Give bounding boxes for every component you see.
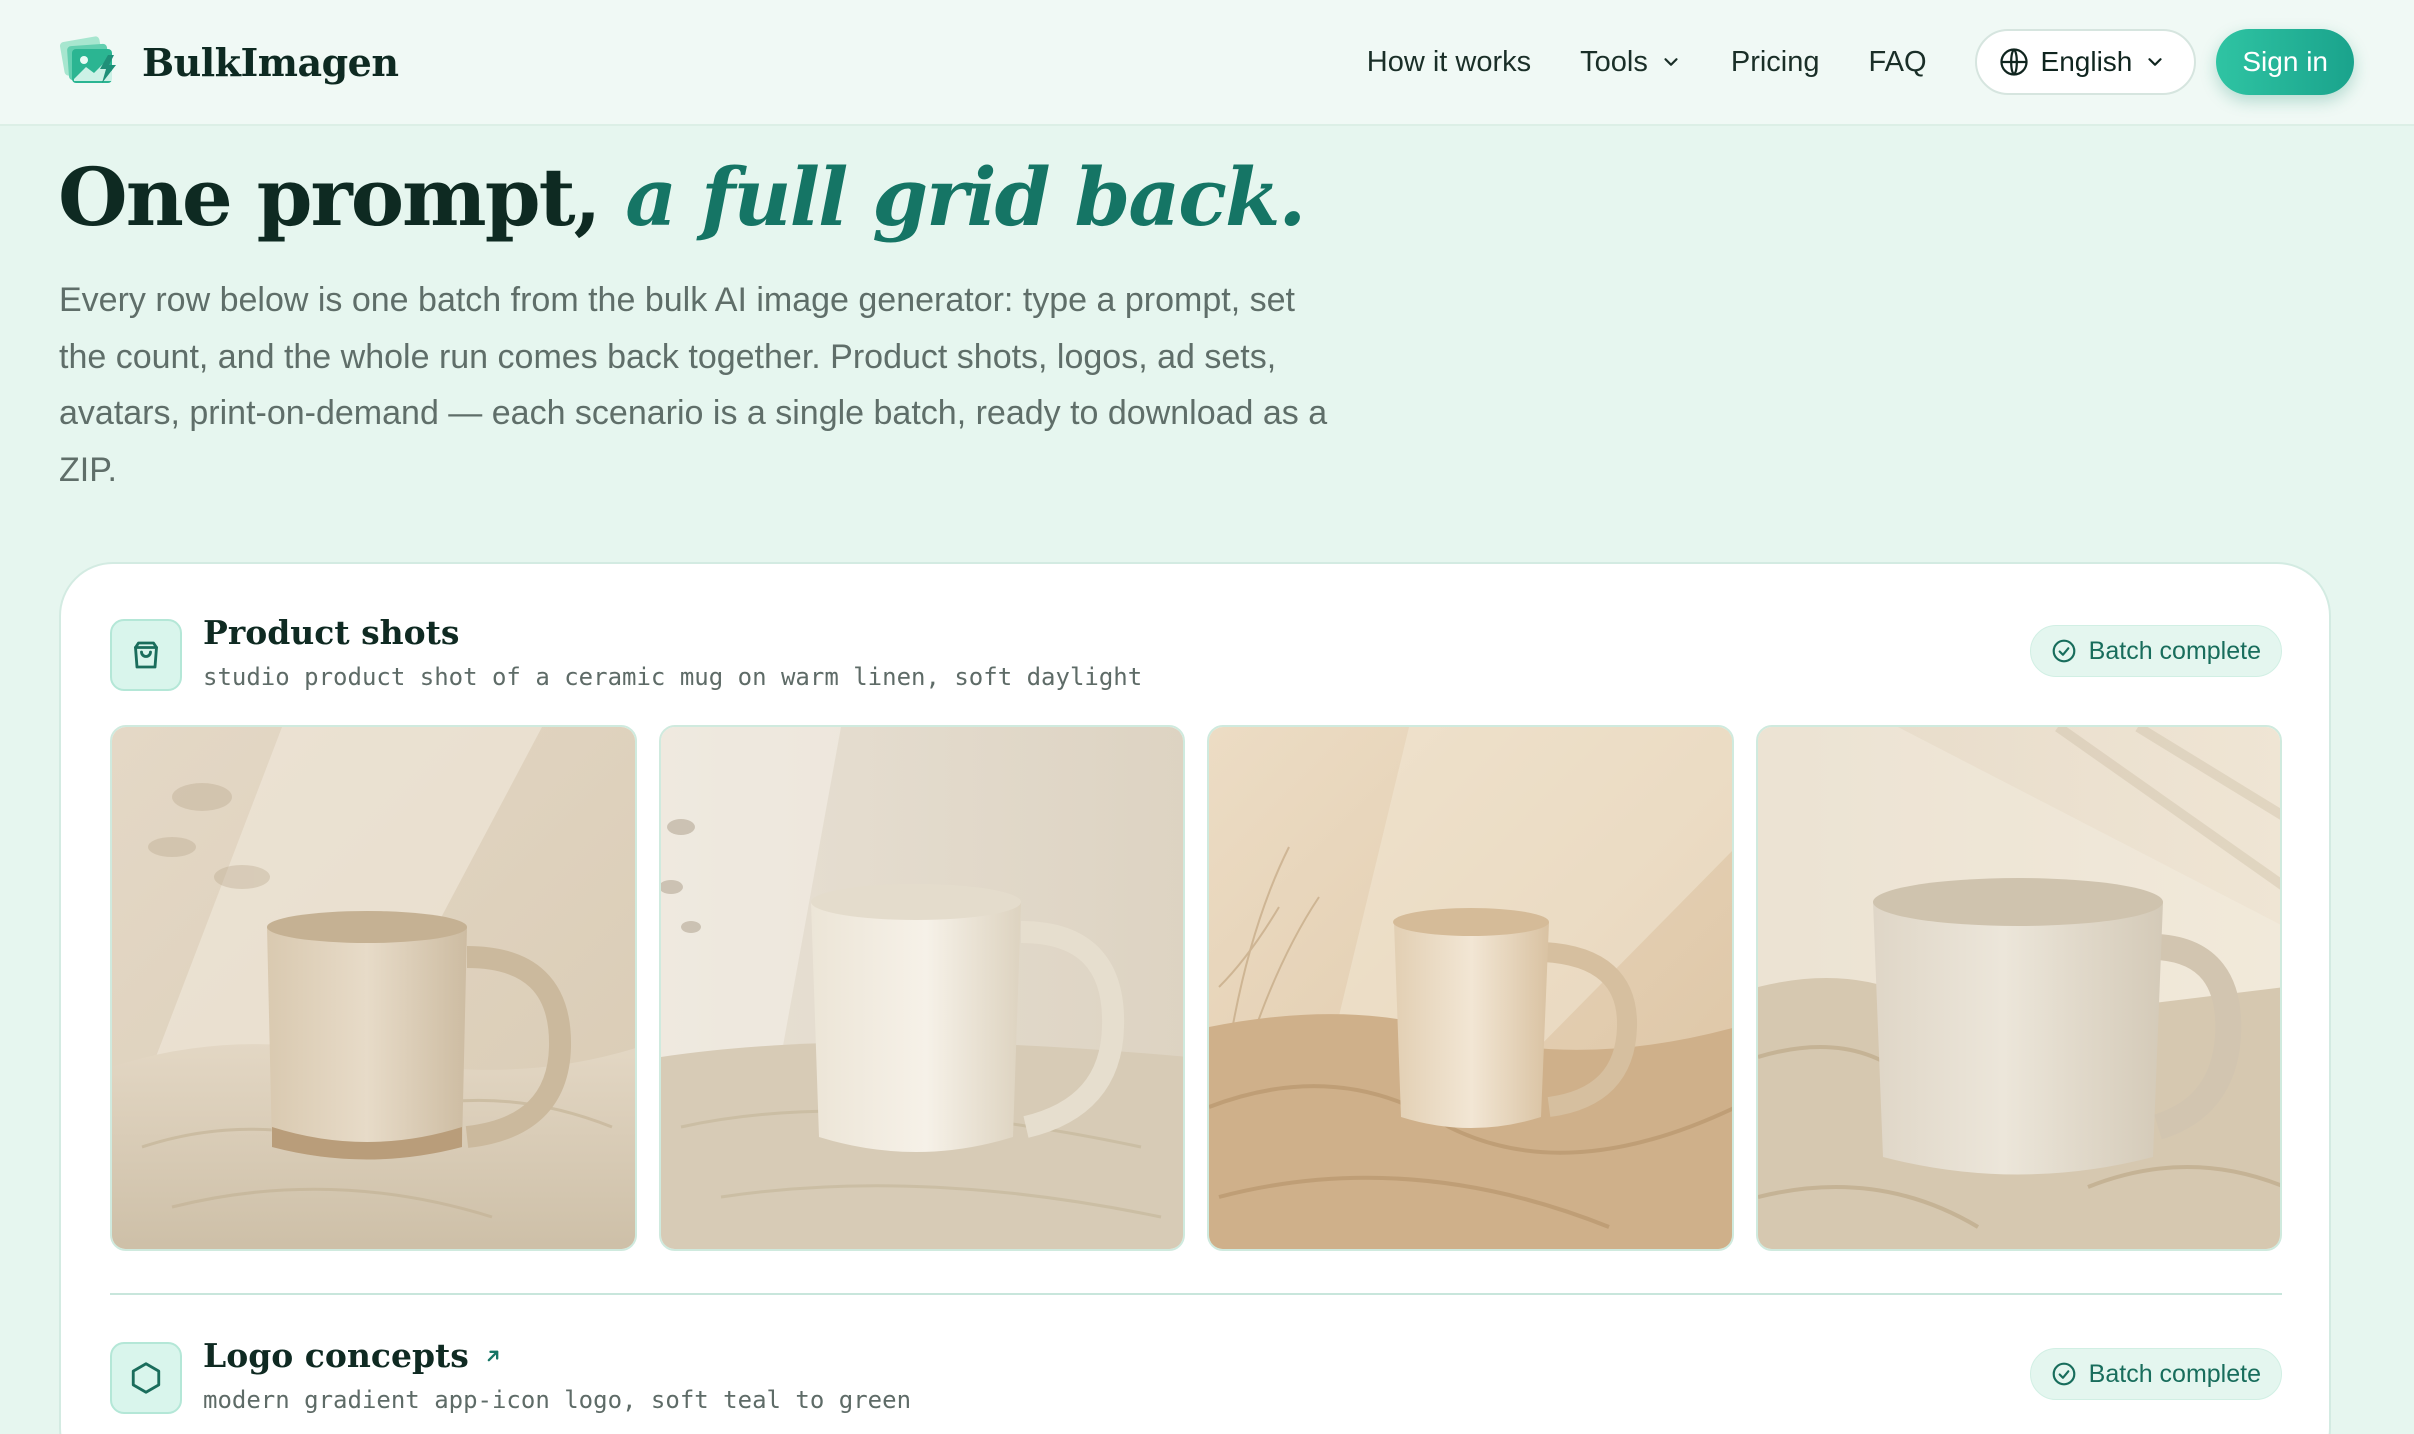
chevron-down-icon (1664, 58, 1678, 66)
row-prompt: modern gradient app-icon logo, soft teal… (203, 1386, 912, 1414)
title-accent: a full grid back. (625, 150, 1306, 244)
row-prompt: studio product shot of a ceramic mug on … (203, 663, 1143, 691)
brand[interactable]: BulkImagen (59, 33, 399, 91)
globe-icon (1999, 48, 2028, 76)
language-label: English (2040, 46, 2133, 77)
title-main: One prompt, (58, 150, 601, 244)
brand-logo-icon (59, 33, 122, 91)
shopping-bag-icon (110, 619, 182, 691)
main-nav: How it works Tools Pricing FAQ English S… (1367, 29, 2354, 95)
hero-description: Every row below is one batch from the bu… (59, 281, 1328, 489)
arrow-up-right-icon (487, 1350, 499, 1361)
nav-pricing[interactable]: Pricing (1731, 46, 1820, 79)
generated-image[interactable] (658, 725, 1185, 1251)
nav-how-it-works[interactable]: How it works (1367, 46, 1531, 79)
brand-name: BulkImagen (142, 39, 399, 85)
nav-tools[interactable]: Tools (1580, 46, 1682, 79)
check-circle-icon (2052, 639, 2076, 663)
nav-how-it-works-label: How it works (1366, 45, 1532, 78)
status-text: Batch complete (2088, 1359, 2261, 1388)
image-grid (110, 725, 2282, 1251)
language-selector[interactable]: English (1974, 29, 2197, 95)
nav-faq[interactable]: FAQ (1869, 46, 1927, 79)
row-divider (110, 1293, 2282, 1295)
generated-image[interactable] (110, 725, 637, 1251)
row-title-text: Product shots (203, 613, 460, 652)
row-title[interactable]: Logo concepts (203, 1336, 503, 1375)
status-text: Batch complete (2088, 636, 2261, 665)
check-circle-icon (2052, 1362, 2076, 1386)
status-badge: Batch complete (2029, 625, 2282, 677)
row-title[interactable]: Product shots (203, 613, 460, 652)
nav-tools-label: Tools (1580, 45, 1648, 78)
status-badge: Batch complete (2029, 1348, 2282, 1400)
row-logo-concepts-header: Logo concepts modern gradient app-icon l… (110, 1336, 2282, 1418)
sign-in-button[interactable]: Sign in (2216, 29, 2354, 95)
hexagon-icon (110, 1342, 182, 1414)
chevron-down-icon (2148, 58, 2162, 66)
nav-faq-label: FAQ (1868, 45, 1927, 78)
generated-image[interactable] (1755, 725, 2282, 1251)
batch-showcase-card: Product shots studio product shot of a c… (59, 562, 2331, 1434)
row-product-shots-header: Product shots studio product shot of a c… (110, 613, 2282, 695)
row-title-text: Logo concepts (203, 1336, 469, 1375)
nav-pricing-label: Pricing (1730, 45, 1820, 78)
site-header: BulkImagen How it works Tools Pricing FA… (0, 0, 2414, 126)
page-title: One prompt, a full grid back. (58, 150, 1306, 244)
generated-image[interactable] (1207, 725, 1734, 1251)
